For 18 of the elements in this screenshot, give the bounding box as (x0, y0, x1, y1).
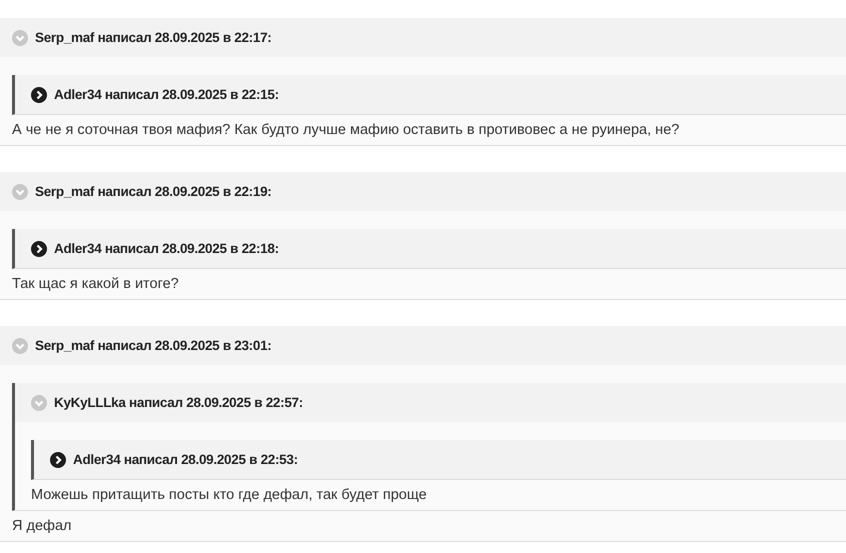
quote-author-line: Adler34 написал 28.09.2025 в 22:15: (54, 87, 279, 102)
message-text: Можешь притащить посты кто где дефал, так будет проще (31, 486, 428, 505)
chevron-right-icon[interactable] (50, 452, 66, 468)
chevron-right-icon[interactable] (31, 86, 47, 102)
quote-author-line: KyKyLLLka написал 28.09.2025 в 22:57: (54, 395, 303, 410)
chevron-down-icon[interactable] (12, 30, 28, 46)
chevron-down-icon[interactable] (12, 338, 28, 354)
message-text: Так щас я какой в итоге? (12, 275, 180, 294)
quote-author-line: Adler34 написал 28.09.2025 в 22:53: (73, 452, 298, 467)
quote-author-line: Serp_maf написал 28.09.2025 в 23:01: (35, 338, 272, 353)
chevron-down-icon[interactable] (31, 394, 47, 410)
message-text: Я дефал (12, 517, 72, 536)
quote-author-line: Serp_maf написал 28.09.2025 в 22:17: (35, 30, 272, 45)
quote-author-line: Serp_maf написал 28.09.2025 в 22:19: (35, 184, 272, 199)
chevron-right-icon[interactable] (31, 240, 47, 256)
quote-author-line: Adler34 написал 28.09.2025 в 22:18: (54, 241, 279, 256)
chevron-down-icon[interactable] (12, 184, 28, 200)
message-text: А че не я соточная твоя мафия? Как будто лучше мафию оставить в противовес а не руинера, не? (12, 121, 680, 140)
